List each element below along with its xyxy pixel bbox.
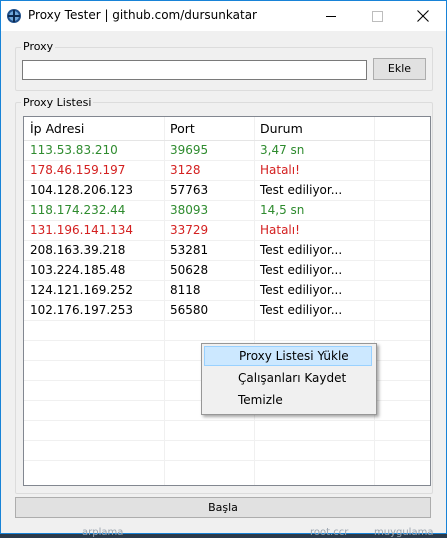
cell-status: Hatalı! bbox=[260, 223, 300, 237]
background-fragment: arplama bbox=[82, 527, 124, 538]
table-row[interactable]: 113.53.83.210 39695 3,47 sn bbox=[24, 141, 430, 161]
table-row[interactable] bbox=[24, 421, 430, 441]
window-title: Proxy Tester | github.com/dursunkatar bbox=[28, 8, 257, 22]
background-fragment: muygulama bbox=[374, 527, 434, 538]
table-row[interactable]: 102.176.197.253 56580 Test ediliyor... bbox=[24, 301, 430, 321]
close-icon bbox=[417, 10, 429, 22]
cell-ip: 103.224.185.48 bbox=[30, 263, 126, 277]
proxy-listview[interactable]: İp Adresi Port Durum 113.53.83.210 39695 3… bbox=[23, 116, 431, 486]
app-window: Proxy Tester | github.com/dursunkatar Pr… bbox=[0, 0, 447, 534]
table-row[interactable] bbox=[24, 441, 430, 461]
table-row[interactable] bbox=[24, 321, 430, 341]
proxy-group-label: Proxy bbox=[21, 40, 56, 53]
cell-port: 56580 bbox=[170, 303, 209, 317]
maximize-button[interactable] bbox=[354, 1, 400, 31]
background-fragment: root.ccr bbox=[310, 527, 349, 538]
add-button[interactable]: Ekle bbox=[373, 58, 426, 80]
menu-item-load-proxy-list[interactable]: Proxy Listesi Yükle bbox=[204, 346, 372, 366]
cell-ip: 208.163.39.218 bbox=[30, 243, 126, 257]
table-row[interactable]: 131.196.141.134 33729 Hatalı! bbox=[24, 221, 430, 241]
table-row[interactable]: 104.128.206.123 57763 Test ediliyor... bbox=[24, 181, 430, 201]
table-row[interactable]: 103.224.185.48 50628 Test ediliyor... bbox=[24, 261, 430, 281]
close-button[interactable] bbox=[400, 1, 446, 31]
start-button[interactable]: Başla bbox=[15, 497, 431, 518]
cell-ip: 124.121.169.252 bbox=[30, 283, 134, 297]
title-bar[interactable]: Proxy Tester | github.com/dursunkatar bbox=[1, 1, 446, 31]
cell-port: 8118 bbox=[170, 283, 201, 297]
cell-ip: 113.53.83.210 bbox=[30, 143, 118, 157]
menu-item-save-working[interactable]: Çalışanları Kaydet bbox=[204, 368, 372, 388]
column-header-port[interactable]: Port bbox=[170, 117, 195, 141]
cell-status: 3,47 sn bbox=[260, 143, 305, 157]
cell-status: Test ediliyor... bbox=[260, 183, 343, 197]
table-row[interactable]: 208.163.39.218 53281 Test ediliyor... bbox=[24, 241, 430, 261]
column-header-status[interactable]: Durum bbox=[260, 117, 303, 141]
cell-ip: 118.174.232.44 bbox=[30, 203, 126, 217]
table-row[interactable]: 118.174.232.44 38093 14,5 sn bbox=[24, 201, 430, 221]
proxy-input[interactable] bbox=[22, 60, 367, 80]
table-row[interactable]: 178.46.159.197 3128 Hatalı! bbox=[24, 161, 430, 181]
cell-ip: 102.176.197.253 bbox=[30, 303, 134, 317]
app-icon bbox=[6, 8, 22, 24]
context-menu: Proxy Listesi Yükle Çalışanları Kaydet T… bbox=[201, 343, 377, 415]
cell-status: Test ediliyor... bbox=[260, 243, 343, 257]
cell-port: 39695 bbox=[170, 143, 209, 157]
cell-status: Hatalı! bbox=[260, 163, 300, 177]
menu-item-clear[interactable]: Temizle bbox=[204, 390, 372, 410]
cell-port: 53281 bbox=[170, 243, 209, 257]
minimize-button[interactable] bbox=[308, 1, 354, 31]
cell-status: Test ediliyor... bbox=[260, 283, 343, 297]
list-header: İp Adresi Port Durum bbox=[24, 117, 430, 141]
cell-status: Test ediliyor... bbox=[260, 263, 343, 277]
cell-port: 50628 bbox=[170, 263, 209, 277]
table-row[interactable]: 124.121.169.252 8118 Test ediliyor... bbox=[24, 281, 430, 301]
cell-status: 14,5 sn bbox=[260, 203, 305, 217]
cell-ip: 104.128.206.123 bbox=[30, 183, 134, 197]
cell-ip: 178.46.159.197 bbox=[30, 163, 126, 177]
cell-ip: 131.196.141.134 bbox=[30, 223, 134, 237]
cell-port: 33729 bbox=[170, 223, 209, 237]
proxy-list-group-label: Proxy Listesi bbox=[21, 96, 94, 109]
cell-status: Test ediliyor... bbox=[260, 303, 343, 317]
cell-port: 57763 bbox=[170, 183, 209, 197]
cell-port: 38093 bbox=[170, 203, 209, 217]
cell-port: 3128 bbox=[170, 163, 201, 177]
column-header-ip[interactable]: İp Adresi bbox=[30, 117, 84, 141]
